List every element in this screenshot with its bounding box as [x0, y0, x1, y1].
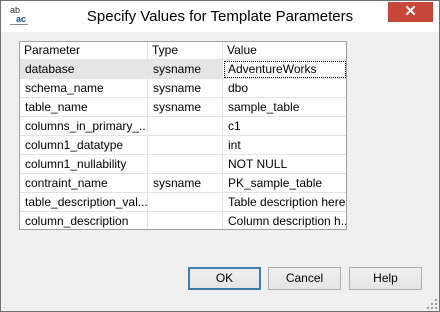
ok-button[interactable]: OK [188, 267, 261, 290]
dialog-title: Specify Values for Template Parameters [86, 8, 354, 25]
value-cell[interactable]: PK_sample_table [223, 174, 346, 192]
close-icon: ✕ [404, 3, 417, 20]
parameter-cell: table_name [20, 98, 148, 116]
type-cell [148, 193, 223, 211]
type-cell: sysname [148, 79, 223, 97]
type-cell: sysname [148, 60, 223, 78]
value-cell[interactable]: AdventureWorks [223, 60, 346, 78]
type-cell [148, 212, 223, 229]
parameter-cell: column_description [20, 212, 148, 229]
value-cell[interactable]: NOT NULL [223, 155, 346, 173]
value-cell[interactable]: Column description h... [223, 212, 346, 229]
cancel-button[interactable]: Cancel [268, 267, 341, 290]
type-cell: sysname [148, 98, 223, 116]
parameters-grid[interactable]: Parameter Type Value database sysname Ad… [19, 41, 347, 230]
type-cell: sysname [148, 174, 223, 192]
table-row[interactable]: table_name sysname sample_table [20, 98, 346, 117]
parameter-cell: column1_datatype [20, 136, 148, 154]
table-row[interactable]: column1_nullability NOT NULL [20, 155, 346, 174]
parameter-cell: schema_name [20, 79, 148, 97]
table-row[interactable]: table_description_val... Table descripti… [20, 193, 346, 212]
title-bar[interactable]: ab ac Specify Values for Template Parame… [1, 1, 439, 32]
table-row[interactable]: columns_in_primary_... c1 [20, 117, 346, 136]
table-row[interactable]: schema_name sysname dbo [20, 79, 346, 98]
value-cell[interactable]: int [223, 136, 346, 154]
value-cell[interactable]: Table description here [223, 193, 346, 211]
parameter-cell: contraint_name [20, 174, 148, 192]
help-button[interactable]: Help [349, 267, 422, 290]
value-text: AdventureWorks [228, 62, 317, 76]
column-header-type[interactable]: Type [148, 42, 223, 59]
table-row[interactable]: column1_datatype int [20, 136, 346, 155]
value-cell[interactable]: c1 [223, 117, 346, 135]
table-row[interactable]: contraint_name sysname PK_sample_table [20, 174, 346, 193]
close-button[interactable]: ✕ [388, 2, 433, 22]
type-cell [148, 155, 223, 173]
parameter-cell: column1_nullability [20, 155, 148, 173]
grid-header: Parameter Type Value [20, 42, 346, 60]
value-cell[interactable]: dbo [223, 79, 346, 97]
resize-grip-icon[interactable] [427, 299, 437, 309]
column-header-parameter[interactable]: Parameter [20, 42, 148, 59]
dialog-window: ab ac Specify Values for Template Parame… [0, 0, 440, 312]
parameter-cell: database [20, 60, 148, 78]
parameter-cell: columns_in_primary_... [20, 117, 148, 135]
type-cell [148, 117, 223, 135]
table-row[interactable]: database sysname AdventureWorks [20, 60, 346, 79]
parameter-cell: table_description_val... [20, 193, 148, 211]
column-header-value[interactable]: Value [223, 42, 346, 59]
type-cell [148, 136, 223, 154]
table-row[interactable]: column_description Column description h.… [20, 212, 346, 229]
value-cell[interactable]: sample_table [223, 98, 346, 116]
